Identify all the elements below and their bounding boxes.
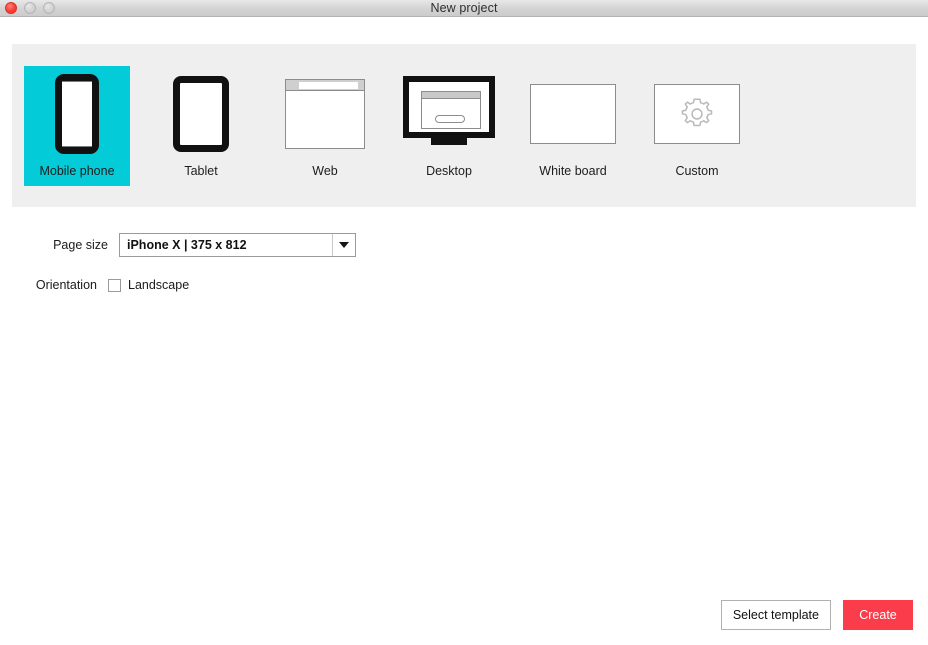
- select-template-button[interactable]: Select template: [720, 600, 831, 630]
- template-tile-custom[interactable]: Custom: [644, 66, 750, 186]
- project-settings-form: Page size iPhone X | 375 x 812 Orientati…: [0, 232, 928, 298]
- window-titlebar: New project: [0, 0, 928, 17]
- template-tile-label: Mobile phone: [39, 164, 115, 178]
- white-board-icon: [520, 66, 626, 162]
- page-size-label: Page size: [53, 238, 108, 252]
- window-title: New project: [430, 1, 498, 15]
- page-size-value: iPhone X | 375 x 812: [127, 238, 247, 252]
- page-size-select[interactable]: iPhone X | 375 x 812: [119, 233, 356, 257]
- template-tile-mobile-phone[interactable]: Mobile phone: [24, 66, 130, 186]
- template-tile-label: Custom: [675, 164, 719, 178]
- template-tile-label: White board: [539, 164, 607, 178]
- template-tile-tablet[interactable]: Tablet: [148, 66, 254, 186]
- template-type-panel: Mobile phone Tablet Web Desktop White bo…: [12, 44, 916, 207]
- page-size-row: Page size iPhone X | 375 x 812: [36, 232, 928, 258]
- landscape-checkbox[interactable]: [108, 278, 121, 292]
- template-tile-web[interactable]: Web: [272, 66, 378, 186]
- dialog-footer: Select template Create: [720, 600, 913, 630]
- create-button[interactable]: Create: [843, 600, 913, 630]
- template-tile-white-board[interactable]: White board: [520, 66, 626, 186]
- orientation-label: Orientation: [35, 278, 97, 292]
- landscape-label: Landscape: [128, 278, 190, 292]
- mobile-phone-icon: [24, 66, 130, 162]
- custom-template-art: [644, 66, 750, 162]
- template-tile-label: Web: [312, 164, 338, 178]
- template-tile-list: Mobile phone Tablet Web Desktop White bo…: [12, 44, 916, 207]
- orientation-row: Orientation Landscape: [25, 272, 928, 298]
- template-tile-label: Desktop: [426, 164, 472, 178]
- web-browser-icon: [272, 66, 378, 162]
- template-tile-desktop[interactable]: Desktop: [396, 66, 502, 186]
- tablet-icon: [148, 66, 254, 162]
- template-tile-label: Tablet: [184, 164, 218, 178]
- gear-icon: [681, 98, 713, 127]
- desktop-monitor-icon: [396, 66, 502, 162]
- chevron-down-icon[interactable]: [332, 234, 355, 256]
